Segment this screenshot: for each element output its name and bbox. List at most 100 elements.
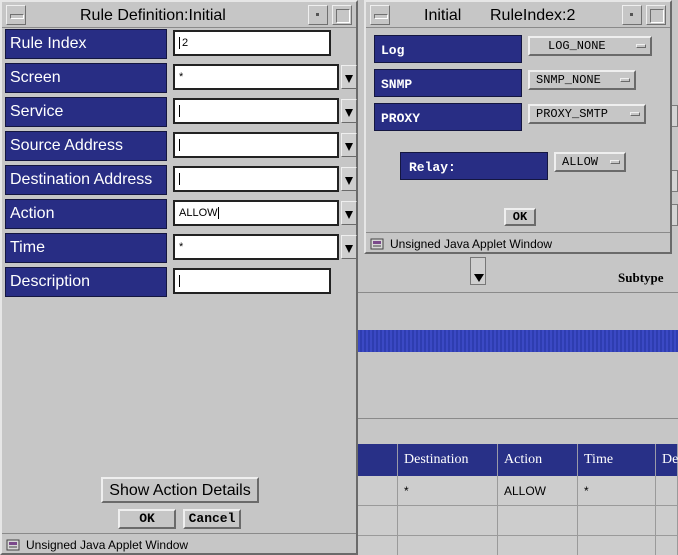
subtype-label: Subtype — [618, 270, 664, 285]
field-label: Screen — [5, 63, 167, 93]
table-cell: * — [578, 476, 656, 506]
cancel-button[interactable]: Cancel — [183, 509, 241, 529]
description-input[interactable] — [173, 268, 331, 294]
table-cell — [656, 506, 678, 536]
input-value: * — [179, 241, 184, 253]
table-cell — [356, 506, 398, 536]
column-header[interactable] — [356, 444, 398, 476]
divider — [356, 292, 678, 293]
table-cell: * — [398, 476, 498, 506]
table-cell — [356, 476, 398, 506]
source-address-input[interactable] — [173, 132, 339, 158]
table-cell — [498, 506, 578, 536]
field-label: Rule Index — [5, 29, 167, 59]
input-value: 2 — [179, 37, 189, 49]
source-address-dropdown-button[interactable] — [341, 133, 357, 157]
screen-dropdown-button[interactable] — [341, 65, 357, 89]
window-menu-icon[interactable] — [6, 5, 26, 25]
option-menu-indicator-icon — [636, 44, 646, 48]
show-action-details-button[interactable]: Show Action Details — [101, 477, 259, 503]
time-input[interactable]: * — [173, 234, 339, 260]
option-menu-indicator-icon — [610, 160, 620, 164]
minimize-icon[interactable] — [308, 5, 328, 25]
column-header-time[interactable]: Time — [578, 444, 656, 476]
table-cell — [578, 536, 656, 555]
rule-index-window: Initial RuleIndex:2 Log LOG_NONE SNMP SN… — [364, 0, 672, 254]
field-label: Time — [5, 233, 167, 263]
window-title: Rule Definition:Initial — [80, 7, 226, 24]
status-bar: Unsigned Java Applet Window — [2, 533, 356, 553]
action-input[interactable]: ALLOW — [173, 200, 339, 226]
option-value: PROXY_SMTP — [536, 107, 609, 121]
column-header-description[interactable]: De — [656, 444, 678, 476]
status-text: Unsigned Java Applet Window — [390, 236, 553, 251]
background-stepper[interactable] — [470, 257, 486, 285]
divider — [356, 418, 678, 419]
destination-address-input[interactable] — [173, 166, 339, 192]
service-input[interactable] — [173, 98, 339, 124]
destination-address-dropdown-button[interactable] — [341, 167, 357, 191]
text-cursor — [217, 207, 219, 219]
java-applet-icon — [6, 538, 22, 552]
field-row-action: Action ALLOW — [5, 199, 357, 229]
maximize-icon[interactable] — [332, 5, 352, 25]
input-value — [179, 105, 182, 117]
table-cell: ALLOW — [498, 476, 578, 506]
table-cell — [578, 506, 656, 536]
window-title-right: RuleIndex:2 — [490, 7, 576, 24]
maximize-icon[interactable] — [646, 5, 666, 25]
table-header: Destination Action Time De — [356, 444, 678, 476]
input-value — [179, 173, 182, 185]
table-cell — [656, 536, 678, 555]
proxy-option-menu[interactable]: PROXY_SMTP — [528, 104, 646, 124]
action-dropdown-button[interactable] — [341, 201, 357, 225]
title-bar[interactable]: Rule Definition:Initial — [2, 2, 356, 28]
column-header-destination[interactable]: Destination — [398, 444, 498, 476]
table-cell — [398, 536, 498, 555]
option-value: LOG_NONE — [548, 39, 606, 53]
snmp-label: SNMP — [374, 69, 522, 97]
time-dropdown-button[interactable] — [341, 235, 357, 259]
table-row[interactable] — [356, 506, 678, 536]
input-value: * — [179, 71, 184, 83]
snmp-option-menu[interactable]: SNMP_NONE — [528, 70, 636, 90]
input-value: ALLOW — [179, 207, 218, 219]
ok-button[interactable]: OK — [118, 509, 176, 529]
input-value — [179, 139, 182, 151]
status-text: Unsigned Java Applet Window — [26, 537, 189, 552]
table-cell — [498, 536, 578, 555]
table-cell — [356, 536, 398, 555]
down-arrow-icon — [474, 274, 484, 282]
title-bar[interactable]: Initial RuleIndex:2 — [366, 2, 670, 28]
service-dropdown-button[interactable] — [341, 99, 357, 123]
field-label: Action — [5, 199, 167, 229]
table-row[interactable]: * ALLOW * — [356, 476, 678, 506]
window-menu-icon[interactable] — [370, 5, 390, 25]
table-cell — [398, 506, 498, 536]
option-value: SNMP_NONE — [536, 73, 601, 87]
field-row-service: Service — [5, 97, 357, 127]
relay-option-menu[interactable]: ALLOW — [554, 152, 626, 172]
selected-band — [356, 330, 678, 352]
field-label: Description — [5, 267, 167, 297]
field-row-time: Time * — [5, 233, 357, 263]
log-option-menu[interactable]: LOG_NONE — [528, 36, 652, 56]
table-cell — [656, 476, 678, 506]
option-menu-indicator-icon — [630, 112, 640, 116]
field-label: Source Address — [5, 131, 167, 161]
screen-input[interactable]: * — [173, 64, 339, 90]
rule-definition-window: Rule Definition:Initial Rule Index 2 Scr… — [0, 0, 358, 555]
field-row-description: Description — [5, 267, 357, 297]
field-row-screen: Screen * — [5, 63, 357, 93]
java-applet-icon — [370, 237, 386, 251]
column-header-action[interactable]: Action — [498, 444, 578, 476]
ok-button[interactable]: OK — [504, 208, 536, 226]
minimize-icon[interactable] — [622, 5, 642, 25]
log-label: Log — [374, 35, 522, 63]
option-menu-indicator-icon — [620, 78, 630, 82]
table-row[interactable] — [356, 536, 678, 555]
window-title-left: Initial — [424, 7, 462, 24]
field-row-destination-address: Destination Address — [5, 165, 357, 195]
rule-index-input[interactable]: 2 — [173, 30, 331, 56]
field-row-rule-index: Rule Index 2 — [5, 29, 357, 59]
